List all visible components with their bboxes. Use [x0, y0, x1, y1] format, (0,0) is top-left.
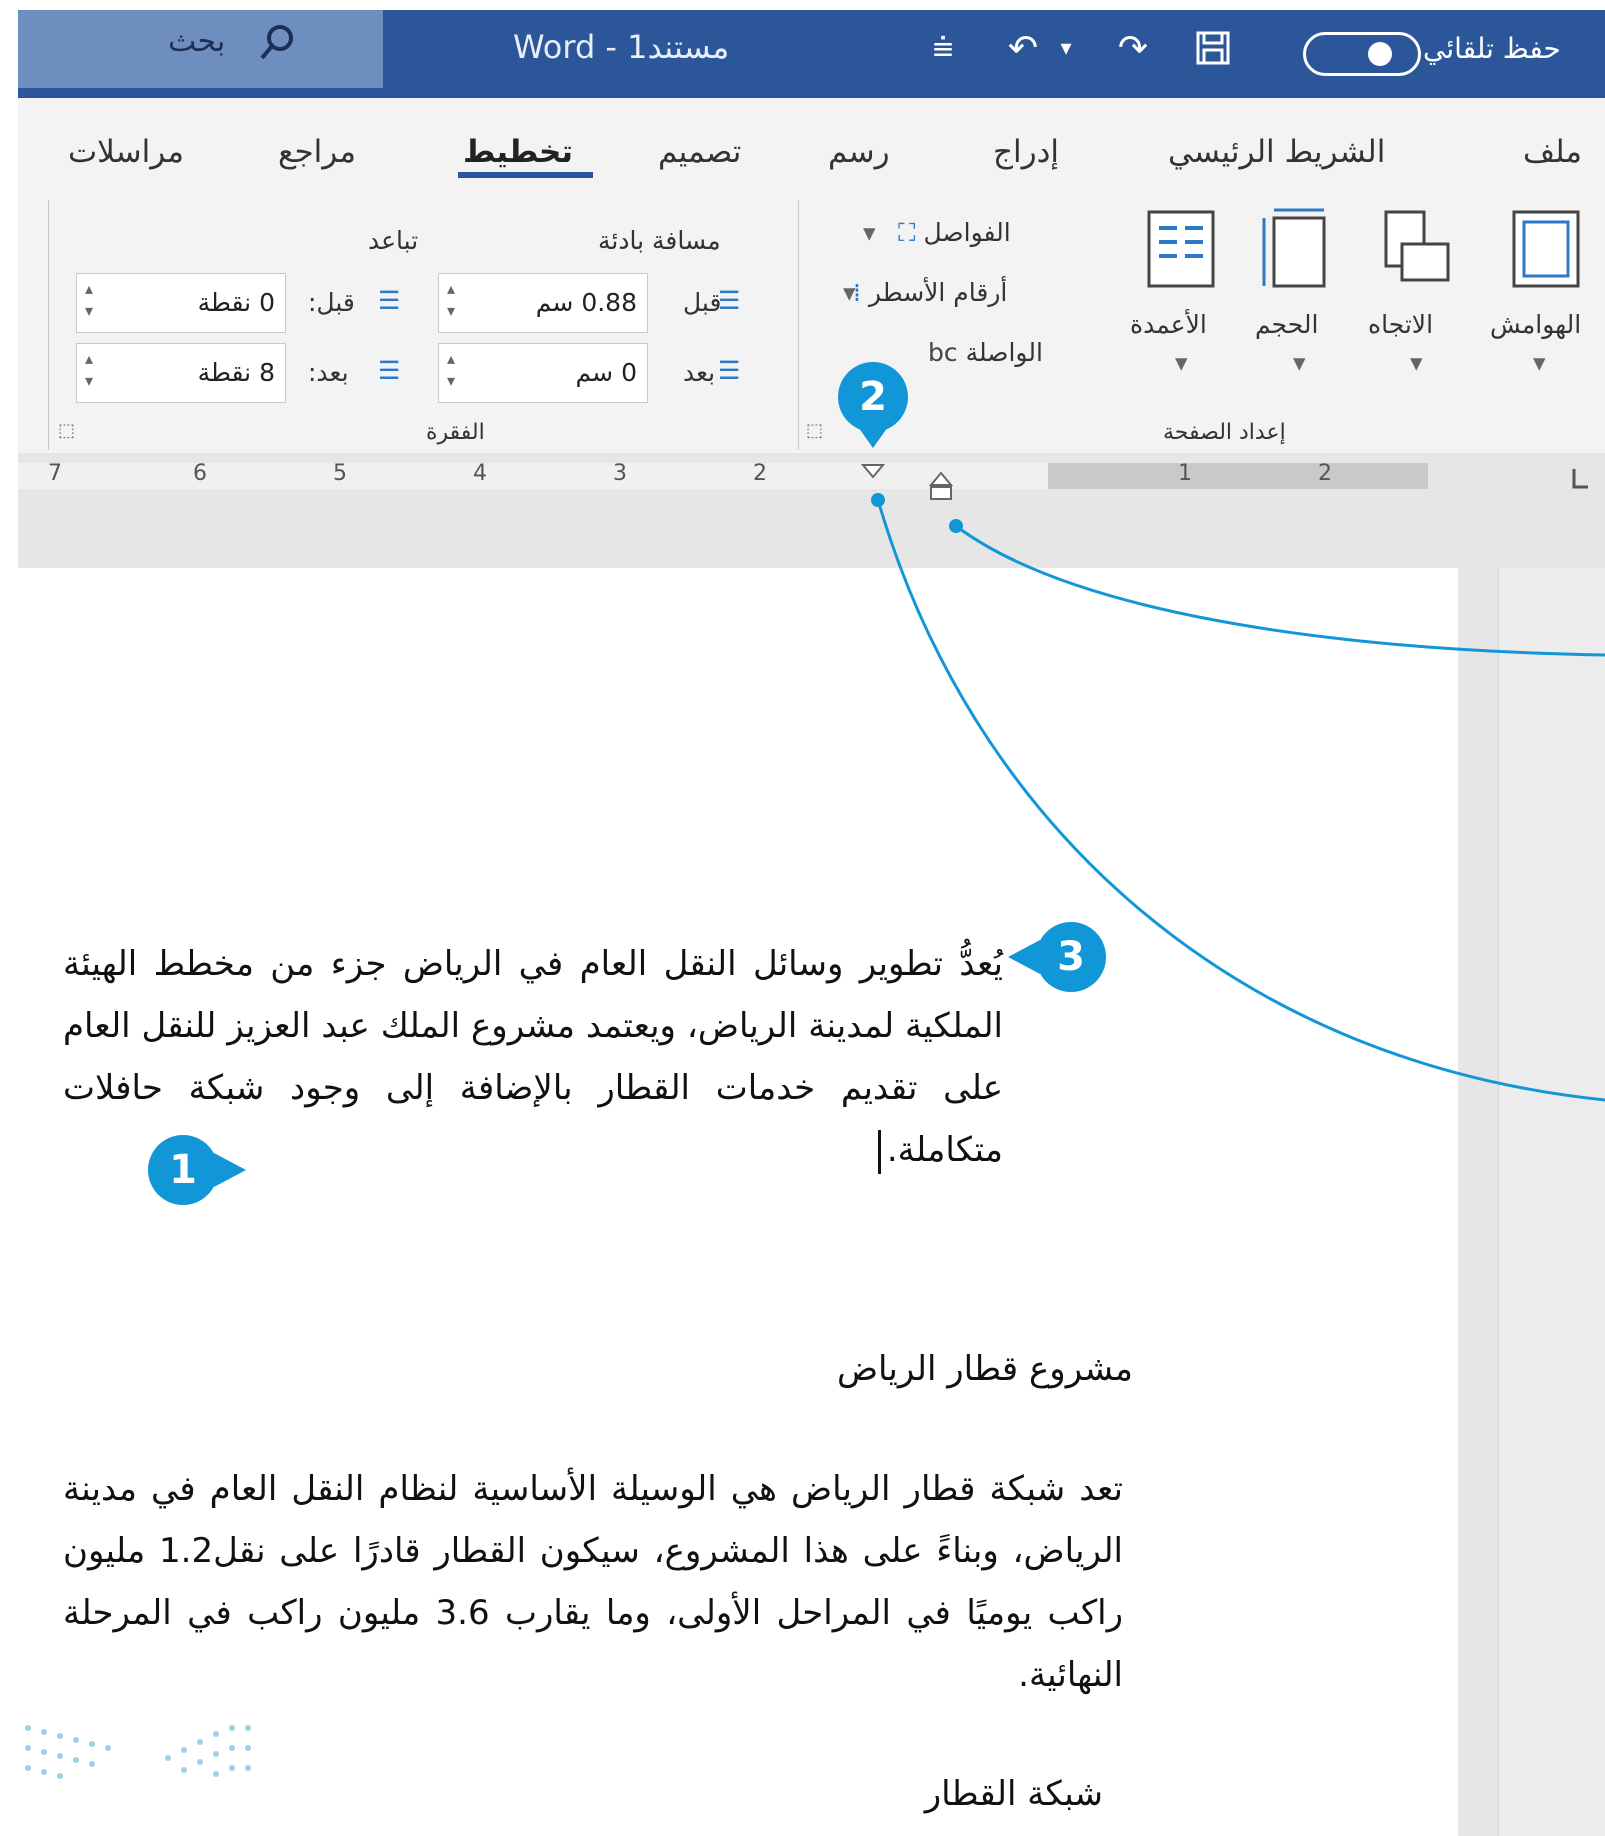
- callout-3: 3: [1036, 922, 1106, 992]
- callout-3-number: 3: [1057, 934, 1085, 980]
- word-window: بحث Word - مستند1 ⩧ ↶ ▾ ↷ حفظ تلقائي ملف…: [18, 10, 1605, 1836]
- callout-1: 1: [148, 1135, 218, 1205]
- callout-1-pointer: [214, 1153, 246, 1187]
- callout-3-pointer: [1008, 940, 1040, 974]
- callout-2-pointer: [856, 424, 890, 448]
- callout-1-number: 1: [169, 1147, 197, 1193]
- callout-2: 2: [838, 362, 908, 432]
- callout-connectors: [871, 493, 1605, 1102]
- callout-2-number: 2: [859, 374, 887, 420]
